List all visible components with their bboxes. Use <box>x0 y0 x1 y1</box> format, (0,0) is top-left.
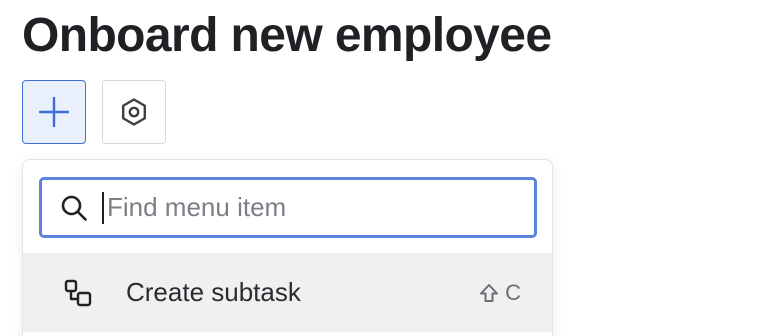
page-title: Onboard new employee <box>22 9 552 62</box>
hexagon-gear-icon <box>122 98 146 126</box>
settings-button[interactable] <box>102 80 166 144</box>
menu-item-label: Create subtask <box>126 277 301 307</box>
menu-item-create-subtask[interactable]: Create subtask C <box>23 253 552 332</box>
menu-search-box[interactable] <box>39 177 537 238</box>
add-button[interactable] <box>22 80 86 144</box>
search-input[interactable] <box>102 191 507 224</box>
toolbar <box>22 80 166 144</box>
subtask-icon <box>63 278 93 308</box>
plus-icon <box>39 97 69 127</box>
dropdown-menu: Create subtask C <box>22 159 553 336</box>
shortcut-key: C <box>505 279 521 305</box>
shift-icon <box>480 283 499 302</box>
search-icon <box>59 193 89 223</box>
keyboard-shortcut: C <box>479 280 521 306</box>
page: Onboard new employee Find menu item Crea… <box>0 0 760 336</box>
